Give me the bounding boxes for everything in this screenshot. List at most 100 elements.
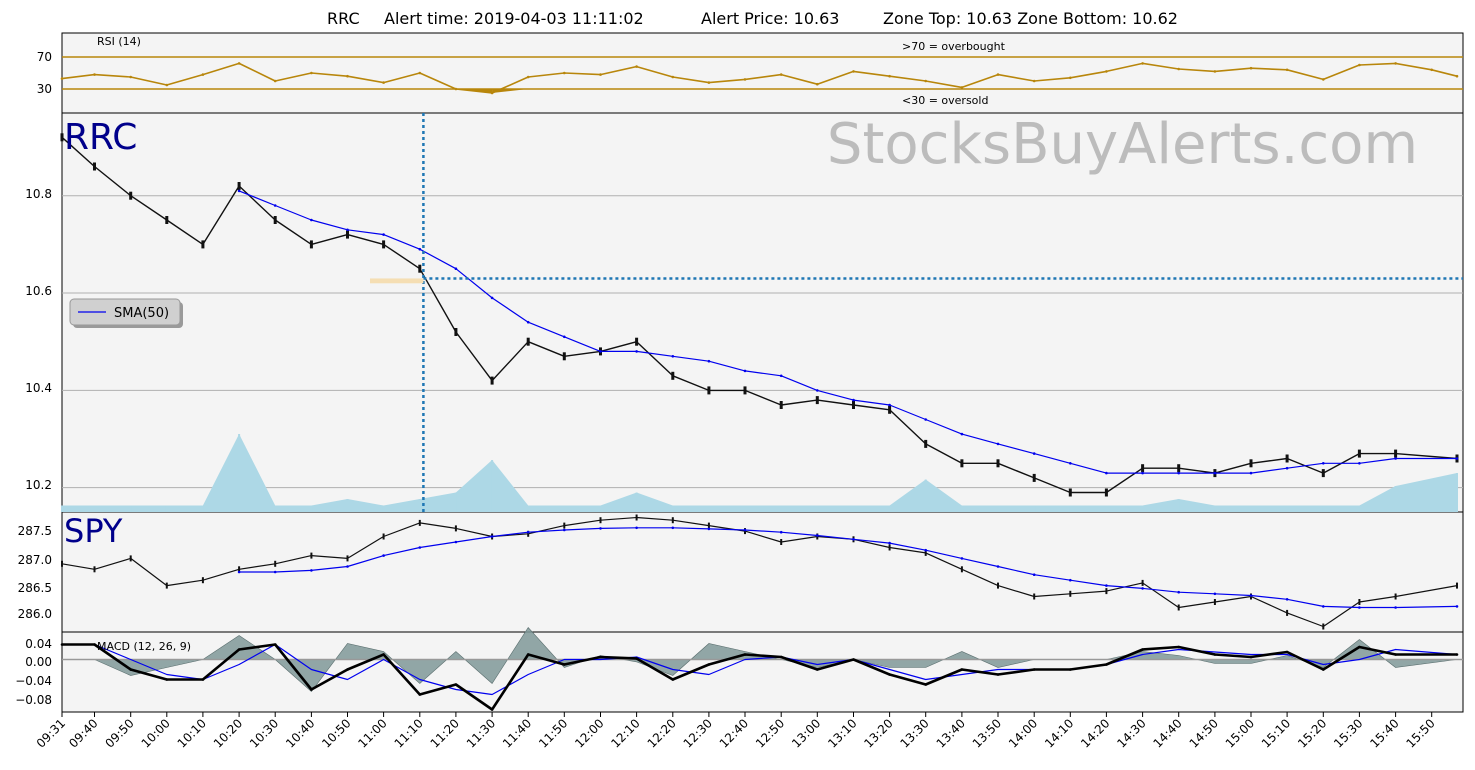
rsi-point-27 (1032, 79, 1036, 83)
rsi-point-4 (201, 73, 205, 76)
macd-point-6 (273, 643, 277, 646)
spy-ticker-label: SPY (64, 512, 123, 550)
spy-price-bar-2 (129, 555, 132, 562)
rrc-price-bar-10 (418, 264, 422, 273)
rsi-tick-30: 30 (37, 82, 52, 96)
spy-price-bar-29 (1105, 588, 1108, 595)
x-tick-label-8: 10:50 (319, 716, 353, 750)
chart-title-zone: Zone Top: 10.63 Zone Bottom: 10.62 (883, 9, 1178, 28)
macd-point-30 (1141, 648, 1144, 651)
spy-sma-point-18 (888, 541, 891, 545)
x-tick-label-17: 12:20 (645, 716, 679, 750)
rrc-sma-point-31 (1358, 462, 1361, 465)
spy-sma-point-10 (599, 527, 602, 530)
rrc-price-bar-20 (779, 401, 783, 409)
macd-point-24 (924, 683, 927, 686)
spy-price-bar-28 (1069, 590, 1072, 597)
macd-point-14 (563, 663, 566, 666)
spy-sma-point-24 (1105, 584, 1108, 587)
rsi-point-0 (60, 77, 64, 80)
macd-point-9 (382, 653, 385, 656)
rrc-price-bar-7 (309, 240, 313, 249)
spy-tick-286-5: 286.5 (18, 581, 52, 595)
rsi-point-38 (1430, 68, 1433, 72)
spy-price-bar-11 (454, 525, 457, 532)
x-tick-label-33: 15:00 (1223, 716, 1257, 750)
rrc-price-bar-22 (852, 401, 855, 409)
spy-sma-point-2 (310, 569, 313, 572)
rsi-point-37 (1394, 62, 1397, 65)
macd-point-32 (1213, 653, 1217, 656)
rrc-sma-point-6 (454, 267, 458, 271)
spy-sma-point-5 (418, 546, 422, 549)
rrc-sma-point-18 (888, 403, 891, 407)
macd-point-3 (165, 678, 169, 681)
x-tick-label-35: 15:20 (1295, 716, 1329, 750)
price-tick-10-4: 10.4 (25, 381, 52, 395)
rsi-point-28 (1069, 76, 1072, 80)
rsi-point-21 (816, 82, 819, 86)
rsi-point-5 (237, 62, 241, 65)
macd-point-36 (1358, 645, 1361, 649)
rrc-price-bar-25 (960, 459, 964, 468)
rsi-point-24 (924, 79, 927, 83)
spy-sma-point-14 (743, 528, 747, 532)
rsi-overbought-note: >70 = overbought (902, 40, 1006, 53)
macd-point-21 (816, 668, 819, 671)
spy-sma-point-28 (1249, 594, 1253, 597)
spy-sma-point-19 (924, 548, 927, 552)
macd-point-17 (671, 678, 675, 681)
rrc-price-bar-16 (635, 337, 639, 346)
rrc-price-bar-30 (1141, 464, 1145, 473)
rrc-sma-point-14 (743, 369, 747, 373)
spy-price-bar-7 (310, 552, 313, 559)
macd-point-27 (1032, 668, 1036, 671)
x-axis: 09:3109:40 09:50 10:00 10:10 10:20 10:30 10:40… (34, 712, 1438, 751)
spy-sma-point-9 (563, 528, 566, 532)
rsi-point-2 (129, 75, 132, 79)
rrc-price-bar-33 (1249, 459, 1253, 468)
x-tick-label-38: 15:50 (1403, 716, 1437, 750)
rrc-price-bar-8 (346, 230, 349, 239)
rsi-point-32 (1213, 70, 1217, 73)
macd-point-7 (310, 688, 313, 691)
macd-point-38 (1455, 653, 1459, 656)
rsi-tick-70: 70 (37, 50, 52, 64)
x-tick-label-21: 13:00 (789, 716, 823, 750)
spy-sma-point-3 (346, 565, 349, 568)
rrc-price-bar-21 (815, 396, 819, 405)
rrc-sma-point-13 (707, 359, 711, 363)
x-tick-label-5: 10:20 (211, 716, 245, 750)
rsi-point-36 (1358, 63, 1361, 67)
rsi-point-13 (526, 75, 530, 79)
x-tick-label-12: 11:30 (464, 716, 498, 750)
rrc-sma-point-3 (346, 228, 349, 232)
spy-sma-point-17 (852, 538, 855, 541)
macd-point-8 (346, 668, 349, 671)
rrc-sma-point-11 (635, 350, 638, 353)
macd-point-35 (1322, 668, 1325, 671)
x-tick-label-27: 14:00 (1006, 716, 1040, 750)
macd-point-11 (454, 683, 458, 686)
spy-sma-point-29 (1285, 598, 1289, 601)
rrc-price-bar-12 (490, 376, 494, 385)
rrc-price-bar-17 (671, 371, 675, 380)
spy-price-bar-17 (671, 517, 674, 524)
macd-tick-0-04: 0.04 (25, 637, 52, 651)
rrc-price-bar-18 (707, 386, 711, 395)
spy-tick-287-5: 287.5 (18, 524, 52, 538)
rsi-point-33 (1249, 66, 1253, 70)
price-tick-10-6: 10.6 (25, 284, 52, 298)
macd-label: MACD (12, 26, 9) (97, 640, 191, 653)
stock-alert-chart: RRC Alert time: 2019-04-03 11:11:02 Aler… (15, 9, 1464, 751)
rrc-sma-point-17 (852, 398, 855, 402)
spy-sma-point-1 (273, 570, 277, 574)
rrc-price-bar-13 (526, 337, 530, 346)
spy-sma-point-31 (1358, 606, 1361, 609)
rsi-point-23 (888, 74, 891, 78)
x-tick-label-9: 11:00 (355, 716, 389, 750)
rrc-price-bar-9 (382, 240, 386, 249)
rrc-sma-point-2 (310, 218, 313, 222)
x-tick-label-23: 13:20 (861, 716, 895, 750)
rsi-point-39 (1455, 74, 1459, 78)
